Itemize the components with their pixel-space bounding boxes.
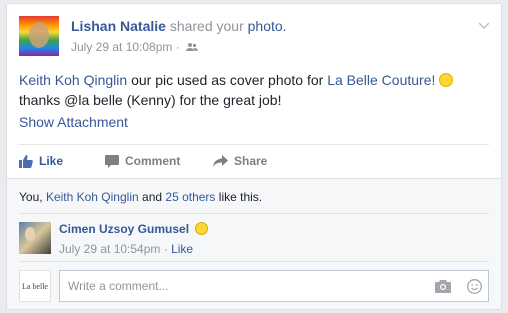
page-link[interactable]: La Belle Couture! <box>327 72 435 88</box>
post-card: Lishan Natalie shared your photo. July 2… <box>6 3 502 310</box>
feedback-section: You, Keith Koh Qinglin and 25 others lik… <box>7 178 501 309</box>
comment-label: Comment <box>125 154 181 168</box>
post-text-line2: thanks @la belle (Kenny) for the great j… <box>19 92 282 108</box>
comment-composer: La belle Write a comment... <box>19 270 489 302</box>
chevron-down-icon[interactable] <box>477 18 491 32</box>
post-header: Lishan Natalie shared your photo. July 2… <box>19 16 491 58</box>
comment-separator: · <box>163 242 168 256</box>
post-meta: July 29 at 10:08pm · <box>71 40 198 55</box>
friends-audience-icon[interactable] <box>186 41 198 55</box>
photo-link[interactable]: photo. <box>248 18 287 34</box>
author-line: Lishan Natalie shared your photo. <box>71 18 287 34</box>
smile-emoji-icon <box>439 73 454 87</box>
thumbs-up-icon <box>19 154 33 168</box>
likes-you: You, <box>19 190 43 204</box>
commenter-avatar[interactable] <box>19 222 51 254</box>
show-attachment-link[interactable]: Show Attachment <box>19 114 128 130</box>
share-arrow-icon <box>213 155 228 167</box>
composer-avatar[interactable]: La belle <box>19 270 51 302</box>
divider <box>19 261 489 262</box>
comment-like-link[interactable]: Like <box>171 242 193 256</box>
heart-eyes-emoji-icon <box>195 222 209 235</box>
likes-suffix: like this. <box>218 190 263 204</box>
comment-button[interactable]: Comment <box>105 150 180 172</box>
tagged-person-link[interactable]: Keith Koh Qinglin <box>19 72 127 88</box>
author-name[interactable]: Lishan Natalie <box>71 18 166 34</box>
post-text-part1: our pic used as cover photo for <box>131 72 324 88</box>
like-label: Like <box>39 154 64 168</box>
commenter-line: Cimen Uzsoy Gumusel <box>59 222 209 236</box>
like-button[interactable]: Like <box>19 150 63 172</box>
comment-icon <box>105 154 119 168</box>
comment-placeholder: Write a comment... <box>68 279 169 293</box>
comment-timestamp[interactable]: July 29 at 10:54pm <box>59 242 160 256</box>
camera-icon[interactable] <box>435 279 451 299</box>
likes-and: and <box>142 190 163 204</box>
emoji-smiley-icon[interactable] <box>467 279 482 299</box>
share-button[interactable]: Share <box>213 150 267 172</box>
divider <box>19 144 489 145</box>
post-timestamp[interactable]: July 29 at 10:08pm <box>71 40 172 54</box>
composer-icons <box>435 279 482 299</box>
comment-meta: July 29 at 10:54pm · Like <box>59 242 193 256</box>
commenter-name[interactable]: Cimen Uzsoy Gumusel <box>59 222 189 236</box>
post-body: Keith Koh Qinglin our pic used as cover … <box>19 70 489 110</box>
comment-input[interactable]: Write a comment... <box>59 270 489 302</box>
divider <box>19 213 489 214</box>
likes-summary: You, Keith Koh Qinglin and 25 others lik… <box>19 190 262 204</box>
shared-text: shared your <box>169 18 244 34</box>
author-avatar[interactable] <box>19 16 59 56</box>
meta-separator: · <box>175 40 180 54</box>
likes-person-link[interactable]: Keith Koh Qinglin <box>46 190 139 204</box>
likes-others-link[interactable]: 25 others <box>165 190 215 204</box>
share-label: Share <box>234 154 268 168</box>
